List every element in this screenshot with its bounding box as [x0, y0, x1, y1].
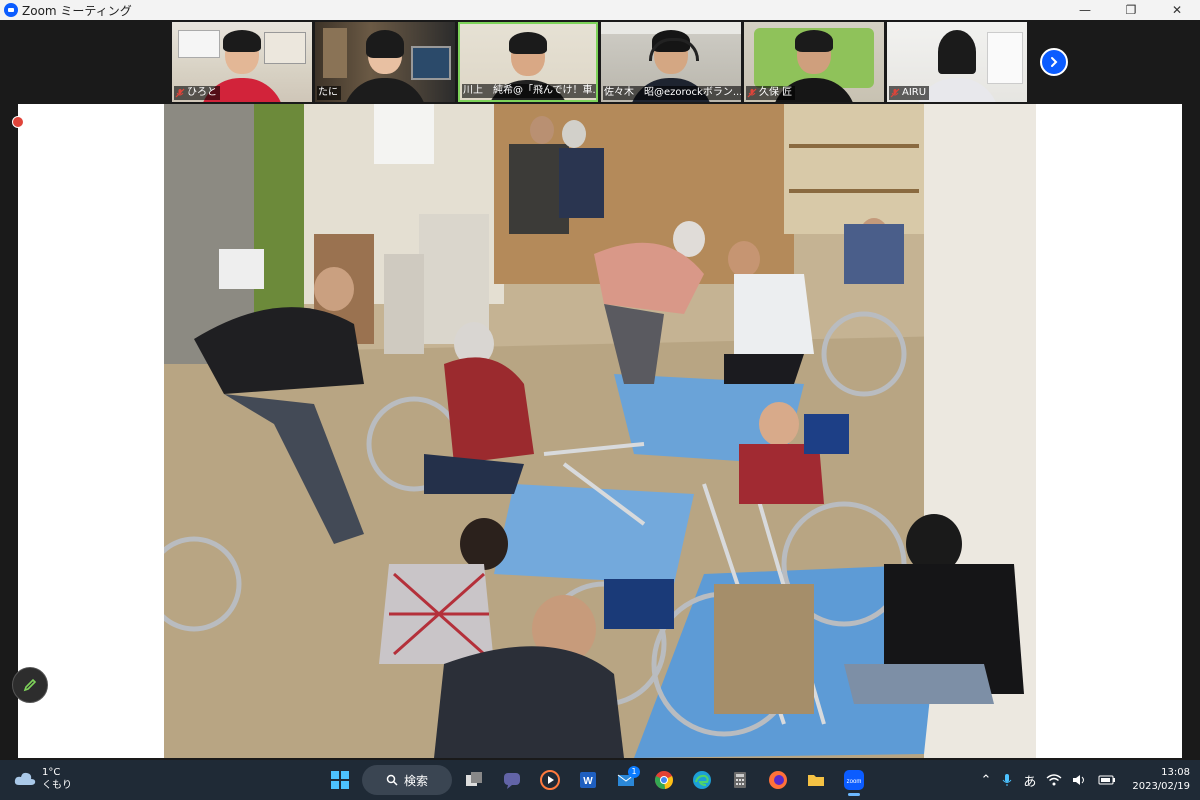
maximize-button[interactable]: ❐	[1108, 0, 1154, 20]
media-player-button[interactable]	[534, 764, 566, 796]
participant-tile-active-speaker[interactable]: 川上 純希@「飛んでけ！車...	[458, 22, 598, 102]
participant-name: 久保 匠	[759, 87, 793, 98]
mail-app-button[interactable]: 1	[610, 764, 642, 796]
search-icon	[386, 774, 398, 786]
windows-logo-icon	[331, 771, 349, 789]
firefox-app-button[interactable]	[762, 764, 794, 796]
zoom-app-button[interactable]: zoom	[838, 764, 870, 796]
participant-tile[interactable]: AIRU	[887, 22, 1027, 102]
chat-icon	[504, 773, 520, 789]
firefox-icon	[769, 771, 787, 789]
chrome-icon	[655, 771, 673, 790]
participant-strip: ひろと たに 川上 純希@「飛んでけ！車... 佐々木 昭@ezorockボラン…	[172, 22, 1027, 102]
participant-tile[interactable]: たに	[315, 22, 455, 102]
weather-temperature: 1°C	[42, 767, 61, 778]
participant-nameplate: AIRU	[889, 86, 930, 100]
cloud-icon	[14, 772, 36, 785]
window-title: Zoom ミーティング	[22, 3, 132, 18]
muted-mic-icon	[175, 88, 185, 98]
taskbar-search[interactable]: 検索	[362, 765, 452, 795]
shared-photo	[164, 104, 1036, 758]
microphone-icon[interactable]	[1001, 773, 1013, 787]
edge-app-button[interactable]	[686, 764, 718, 796]
volume-icon[interactable]	[1072, 774, 1088, 786]
task-view-icon	[466, 772, 482, 786]
recording-indicator-icon	[12, 116, 24, 128]
calculator-app-button[interactable]	[724, 764, 756, 796]
svg-text:zoom: zoom	[847, 779, 862, 785]
clock[interactable]: 13:08 2023/02/19	[1132, 766, 1190, 794]
muted-mic-icon	[747, 88, 757, 98]
word-icon: W	[580, 772, 596, 788]
chat-app-button[interactable]	[496, 764, 528, 796]
clock-date: 2023/02/19	[1132, 781, 1190, 792]
pencil-icon	[23, 678, 37, 692]
participant-name: AIRU	[902, 87, 927, 98]
close-button[interactable]: ✕	[1154, 0, 1200, 20]
participant-nameplate: ひろと	[174, 86, 220, 100]
participant-name: 佐々木 昭@ezorockボラン...	[604, 87, 741, 98]
window-controls: — ❐ ✕	[1062, 0, 1200, 20]
participant-name: ひろと	[187, 87, 217, 98]
battery-icon[interactable]	[1098, 774, 1116, 786]
next-participants-button[interactable]	[1040, 48, 1068, 76]
search-label: 検索	[403, 773, 428, 788]
task-view-button[interactable]	[458, 764, 490, 796]
word-app-button[interactable]: W	[572, 764, 604, 796]
participant-name: たに	[318, 87, 338, 98]
participant-tile[interactable]: 久保 匠	[744, 22, 884, 102]
folder-icon	[808, 775, 824, 786]
system-tray: ⌃ あ 13:08 2023/02/19	[980, 764, 1190, 796]
participant-name: 川上 純希@「飛んでけ！車...	[463, 85, 598, 96]
weather-description: くもり	[42, 780, 72, 791]
svg-text:W: W	[583, 776, 593, 787]
minimize-button[interactable]: —	[1062, 0, 1108, 20]
clock-time: 13:08	[1161, 767, 1190, 778]
muted-mic-icon	[890, 88, 900, 98]
participant-nameplate: 佐々木 昭@ezorockボラン...	[603, 86, 741, 100]
participant-nameplate: たに	[317, 86, 341, 100]
edge-icon	[693, 771, 711, 789]
annotate-button[interactable]	[12, 667, 48, 703]
title-bar: Zoom ミーティング — ❐ ✕	[0, 0, 1200, 20]
file-explorer-button[interactable]	[800, 764, 832, 796]
zoom-app-icon	[4, 3, 18, 17]
ime-indicator[interactable]: あ	[1023, 771, 1036, 790]
windows-taskbar: 1°C くもり 検索 W 1 zoom ⌃ あ 13:08 2023/02/19	[0, 760, 1200, 800]
chevron-right-icon	[1051, 57, 1058, 67]
chevron-up-icon[interactable]: ⌃	[980, 773, 991, 788]
wifi-icon[interactable]	[1046, 774, 1062, 786]
chrome-app-button[interactable]	[648, 764, 680, 796]
taskbar-apps: 検索 W 1 zoom	[324, 764, 870, 796]
participant-nameplate: 久保 匠	[746, 86, 796, 100]
workshop-photo	[164, 104, 1036, 758]
play-icon	[540, 770, 560, 790]
participant-tile[interactable]: 佐々木 昭@ezorockボラン...	[601, 22, 741, 102]
weather-widget[interactable]: 1°C くもり	[14, 766, 72, 792]
participant-nameplate: 川上 純希@「飛んでけ！車...	[462, 84, 598, 98]
participant-tile[interactable]: ひろと	[172, 22, 312, 102]
calculator-icon	[734, 772, 746, 788]
mail-badge: 1	[628, 766, 640, 778]
zoom-icon: zoom	[844, 770, 864, 790]
start-button[interactable]	[324, 764, 356, 796]
